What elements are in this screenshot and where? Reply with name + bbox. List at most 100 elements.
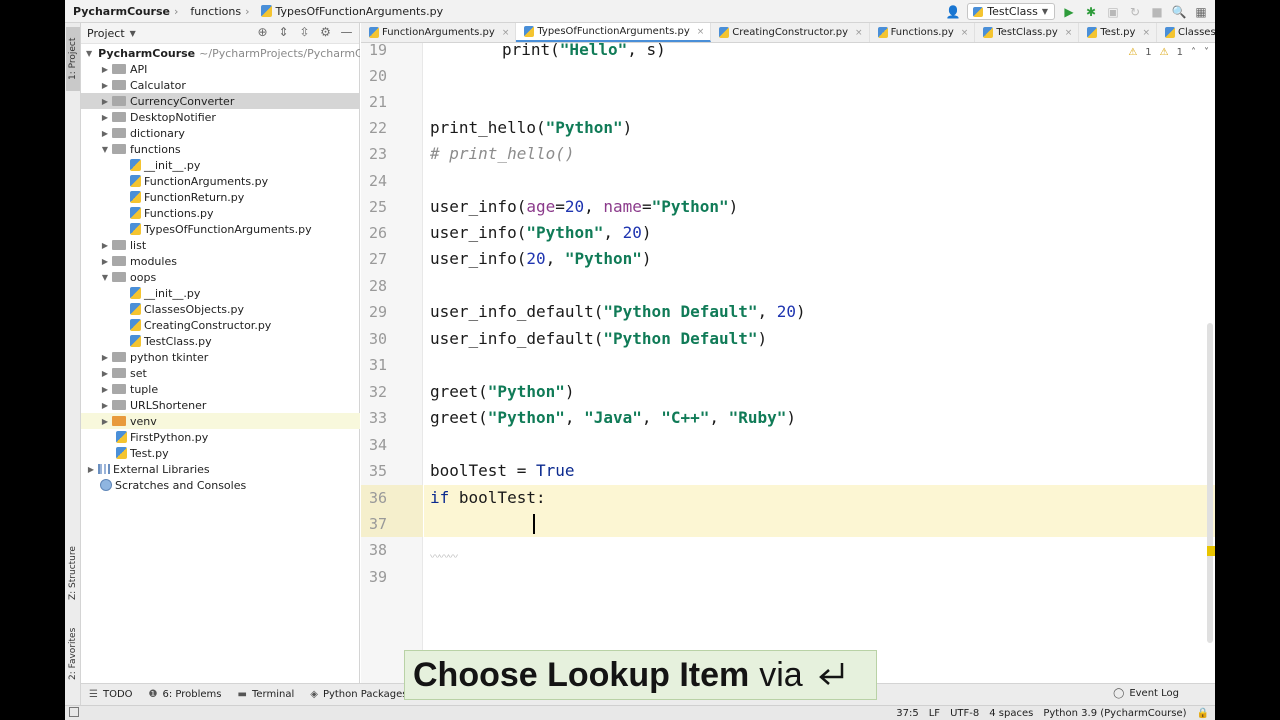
close-icon[interactable]: × xyxy=(855,28,863,38)
chevron-right-icon[interactable]: ▶ xyxy=(100,385,110,394)
tree-item-file[interactable]: TypesOfFunctionArguments.py xyxy=(81,221,360,237)
tree-item-file[interactable]: CreatingConstructor.py xyxy=(81,317,360,333)
chevron-right-icon[interactable]: ▶ xyxy=(86,465,96,474)
tool-python-packages[interactable]: ◈ Python Packages xyxy=(302,689,415,700)
chevron-down-icon[interactable]: ▼ xyxy=(86,49,92,58)
tree-item-currencyconverter[interactable]: ▶ CurrencyConverter xyxy=(81,93,360,109)
tree-item-file[interactable]: __init__.py xyxy=(81,157,360,173)
close-icon[interactable]: × xyxy=(697,27,705,37)
code-token: ) xyxy=(757,329,768,348)
tab-favorites-tool[interactable]: 2: Favorites xyxy=(66,619,80,689)
code-editor[interactable]: 19 20 21 22 23 24 25 26 27 28 29 30 31 32 33 34 35 36 37 38… xyxy=(361,43,1215,683)
tab-functions[interactable]: Functions.py × xyxy=(870,23,976,42)
tree-item-scratches[interactable]: Scratches and Consoles xyxy=(81,477,360,493)
collapse-all-icon[interactable]: ⇳ xyxy=(298,25,311,39)
chevron-right-icon[interactable]: ▶ xyxy=(100,241,110,250)
user-icon[interactable]: 👤 xyxy=(945,4,961,20)
tree-item-calculator[interactable]: ▶ Calculator xyxy=(81,77,360,93)
breadcrumb-project[interactable]: PycharmCourse › xyxy=(65,0,182,23)
tab-typesoffunctionarguments[interactable]: TypesOfFunctionArguments.py × xyxy=(516,23,712,42)
run-configuration-dropdown[interactable]: TestClass ▼ xyxy=(967,3,1055,20)
chevron-right-icon[interactable]: ▶ xyxy=(100,353,110,362)
tree-item-file[interactable]: FunctionReturn.py xyxy=(81,189,360,205)
hide-icon[interactable]: — xyxy=(340,25,353,39)
tree-item-functions[interactable]: ▼ functions xyxy=(81,141,360,157)
tree-item-list[interactable]: ▶ list xyxy=(81,237,360,253)
coverage-icon[interactable]: ▣ xyxy=(1105,4,1121,20)
chevron-down-icon[interactable]: ▼ xyxy=(100,273,110,282)
tool-event-log[interactable]: ◯ Event Log xyxy=(1105,688,1187,699)
chevron-right-icon[interactable]: ▶ xyxy=(100,97,110,106)
tree-item-file[interactable]: ClassesObjects.py xyxy=(81,301,360,317)
tree-item-dictionary[interactable]: ▶ dictionary xyxy=(81,125,360,141)
caret-position[interactable]: 37:5 xyxy=(896,708,918,719)
toggle-tool-windows-icon[interactable] xyxy=(69,707,79,717)
python-interpreter[interactable]: Python 3.9 (PycharmCourse) xyxy=(1043,708,1186,719)
search-icon[interactable]: 🔍 xyxy=(1171,4,1187,20)
chevron-right-icon[interactable]: ▶ xyxy=(100,401,110,410)
error-stripe-marker[interactable] xyxy=(1207,546,1215,556)
tree-item-desktopnotifier[interactable]: ▶ DesktopNotifier xyxy=(81,109,360,125)
breadcrumb-folder[interactable]: functions › xyxy=(182,0,253,23)
chevron-down-icon[interactable]: ▼ xyxy=(100,145,110,154)
settings-icon[interactable]: ▦ xyxy=(1193,4,1209,20)
chevron-down-icon[interactable]: ˅ xyxy=(1204,47,1209,58)
tree-root[interactable]: ▼ PycharmCourse ~/PycharmProjects/Pychar… xyxy=(81,45,360,61)
tree-item-urlshortener[interactable]: ▶ URLShortener xyxy=(81,397,360,413)
lock-icon[interactable]: 🔒 xyxy=(1197,708,1209,719)
tool-terminal[interactable]: ▬ Terminal xyxy=(230,689,303,700)
tree-item-oops[interactable]: ▼ oops xyxy=(81,269,360,285)
tree-item-file[interactable]: Test.py xyxy=(81,445,360,461)
tree-item-venv[interactable]: ▶ venv xyxy=(81,413,360,429)
debug-icon[interactable]: ✱ xyxy=(1083,4,1099,20)
code-line-35: boolTest = True xyxy=(430,458,575,484)
tab-functionarguments[interactable]: FunctionArguments.py × xyxy=(361,23,517,42)
tool-todo[interactable]: ☰ TODO xyxy=(81,689,141,700)
tab-test[interactable]: Test.py × xyxy=(1079,23,1157,42)
chevron-right-icon[interactable]: ▶ xyxy=(100,257,110,266)
tab-structure-tool[interactable]: Z: Structure xyxy=(66,533,80,613)
close-icon[interactable]: × xyxy=(502,28,510,38)
chevron-up-icon[interactable]: ˄ xyxy=(1191,47,1196,58)
tree-item-external-libraries[interactable]: ▶ External Libraries xyxy=(81,461,360,477)
chevron-right-icon[interactable]: ▶ xyxy=(100,81,110,90)
tab-project-tool[interactable]: 1: Project xyxy=(66,27,80,91)
expand-all-icon[interactable]: ⇕ xyxy=(277,25,290,39)
tool-problems[interactable]: ❶ 6: Problems xyxy=(141,689,230,700)
tree-item-file[interactable]: TestClass.py xyxy=(81,333,360,349)
chevron-right-icon[interactable]: ▶ xyxy=(100,65,110,74)
tree-item-file[interactable]: __init__.py xyxy=(81,285,360,301)
vertical-scrollbar[interactable] xyxy=(1207,323,1213,643)
tree-item-set[interactable]: ▶ set xyxy=(81,365,360,381)
tree-item-api[interactable]: ▶ API xyxy=(81,61,360,77)
inspection-widget[interactable]: ⚠ 1 ⚠ 1 ˄ ˅ xyxy=(1128,47,1209,58)
tab-classesobjects[interactable]: ClassesObjects.py× xyxy=(1157,23,1215,42)
tree-item-tuple[interactable]: ▶ tuple xyxy=(81,381,360,397)
indent-setting[interactable]: 4 spaces xyxy=(989,708,1033,719)
locate-icon[interactable]: ⊕ xyxy=(256,25,269,39)
tree-item-python-tkinter[interactable]: ▶ python tkinter xyxy=(81,349,360,365)
chevron-right-icon[interactable]: ▶ xyxy=(100,369,110,378)
breadcrumb-file[interactable]: TypesOfFunctionArguments.py xyxy=(253,0,447,23)
project-panel-title[interactable]: Project xyxy=(87,27,125,40)
chevron-right-icon[interactable]: ▶ xyxy=(100,417,110,426)
tab-creatingconstructor[interactable]: CreatingConstructor.py × xyxy=(711,23,870,42)
file-encoding[interactable]: UTF-8 xyxy=(950,708,979,719)
close-icon[interactable]: × xyxy=(961,28,969,38)
chevron-right-icon[interactable]: ▶ xyxy=(100,129,110,138)
run-icon[interactable]: ▶ xyxy=(1061,4,1077,20)
profile-icon[interactable]: ↻ xyxy=(1127,4,1143,20)
gear-icon[interactable]: ⚙ xyxy=(319,25,332,39)
close-icon[interactable]: × xyxy=(1065,28,1073,38)
line-separator[interactable]: LF xyxy=(929,708,940,719)
tree-item-file[interactable]: FirstPython.py xyxy=(81,429,360,445)
close-icon[interactable]: × xyxy=(1142,28,1150,38)
chevron-down-icon[interactable]: ▼ xyxy=(130,29,136,38)
code-token: , xyxy=(584,197,604,216)
stop-icon[interactable]: ■ xyxy=(1149,4,1165,20)
tree-item-file[interactable]: Functions.py xyxy=(81,205,360,221)
tree-item-file[interactable]: FunctionArguments.py xyxy=(81,173,360,189)
tree-item-modules[interactable]: ▶ modules xyxy=(81,253,360,269)
chevron-right-icon[interactable]: ▶ xyxy=(100,113,110,122)
tab-testclass[interactable]: TestClass.py × xyxy=(975,23,1080,42)
